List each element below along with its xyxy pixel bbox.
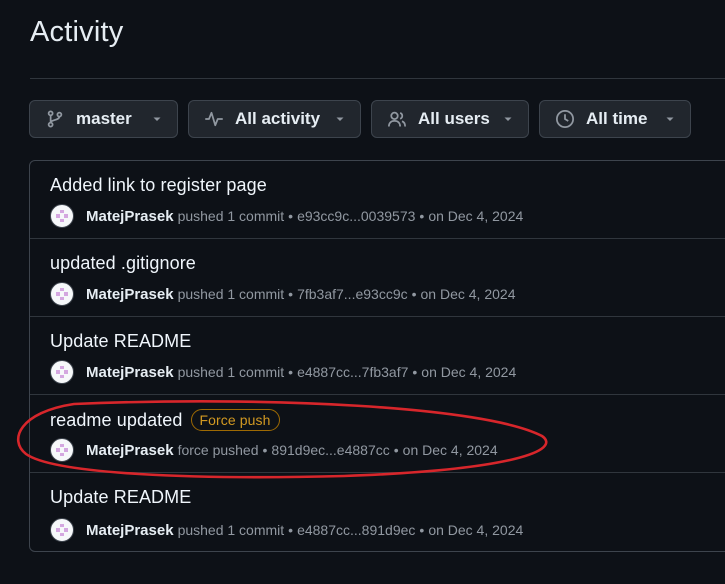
user-link[interactable]: MatejPrasek [86, 442, 174, 459]
activity-filter-label: All activity [235, 109, 321, 128]
chevron-down-icon [664, 113, 676, 125]
avatar[interactable] [50, 360, 74, 384]
avatar[interactable] [50, 438, 74, 462]
activity-filter-button[interactable]: All activity [188, 100, 361, 138]
user-link[interactable]: MatejPrasek [86, 286, 174, 303]
time-filter-button[interactable]: All time [539, 100, 691, 138]
meta-separator: • [288, 286, 294, 302]
activity-date: on Dec 4, 2024 [428, 522, 524, 538]
meta-separator: • [419, 208, 425, 224]
users-filter-button[interactable]: All users [371, 100, 529, 138]
activity-meta: MatejPrasek pushed 1 commit • e4887cc...… [50, 517, 523, 543]
activity-list: Added link to register page MatejPrasek … [29, 160, 725, 552]
activity-title[interactable]: Update README [50, 487, 191, 508]
commit-range-link[interactable]: 7fb3af7...e93cc9c [297, 286, 408, 302]
chevron-down-icon [502, 113, 514, 125]
activity-title[interactable]: readme updated Force push [50, 409, 280, 431]
activity-date: on Dec 4, 2024 [421, 364, 517, 380]
activity-date: on Dec 4, 2024 [420, 286, 516, 302]
chevron-down-icon [151, 113, 163, 125]
user-link[interactable]: MatejPrasek [86, 364, 174, 381]
avatar[interactable] [50, 204, 74, 228]
chevron-down-icon [334, 113, 346, 125]
activity-action: pushed 1 commit [177, 208, 285, 224]
activity-item[interactable]: Update README MatejPrasek pushed 1 commi… [30, 473, 725, 551]
header-divider [30, 78, 725, 79]
user-link[interactable]: MatejPrasek [86, 208, 174, 225]
activity-meta: MatejPrasek pushed 1 commit • e4887cc...… [50, 359, 516, 385]
branch-filter-button[interactable]: master [29, 100, 178, 138]
meta-separator: • [288, 208, 294, 224]
activity-action: pushed 1 commit [177, 286, 285, 302]
page-title: Activity [30, 16, 124, 48]
commit-range-link[interactable]: e93cc9c...0039573 [297, 208, 415, 224]
activity-date: on Dec 4, 2024 [428, 208, 524, 224]
activity-action: pushed 1 commit [177, 522, 285, 538]
clock-icon [554, 108, 576, 130]
branch-icon [44, 108, 66, 130]
time-filter-label: All time [586, 109, 648, 128]
commit-range-link[interactable]: e4887cc...891d9ec [297, 522, 415, 538]
activity-action: force pushed [177, 442, 259, 458]
avatar[interactable] [50, 518, 74, 542]
people-icon [386, 108, 408, 130]
avatar[interactable] [50, 282, 74, 306]
meta-separator: • [288, 522, 294, 538]
meta-separator: • [412, 364, 418, 380]
pulse-icon [203, 108, 225, 130]
user-link[interactable]: MatejPrasek [86, 522, 174, 539]
activity-title[interactable]: Update README [50, 331, 191, 352]
activity-item[interactable]: updated .gitignore MatejPrasek pushed 1 … [30, 239, 725, 317]
activity-meta: MatejPrasek force pushed • 891d9ec...e48… [50, 437, 498, 463]
activity-item[interactable]: Added link to register page MatejPrasek … [30, 161, 725, 239]
activity-item[interactable]: Update README MatejPrasek pushed 1 commi… [30, 317, 725, 395]
activity-action: pushed 1 commit [177, 364, 285, 380]
commit-range-link[interactable]: e4887cc...7fb3af7 [297, 364, 408, 380]
activity-title[interactable]: Added link to register page [50, 175, 267, 196]
activity-meta: MatejPrasek pushed 1 commit • 7fb3af7...… [50, 281, 515, 307]
meta-separator: • [419, 522, 425, 538]
users-filter-label: All users [418, 109, 490, 128]
meta-separator: • [393, 442, 399, 458]
commit-range-link[interactable]: 891d9ec...e4887cc [271, 442, 389, 458]
activity-date: on Dec 4, 2024 [402, 442, 498, 458]
activity-meta: MatejPrasek pushed 1 commit • e93cc9c...… [50, 203, 523, 229]
activity-title[interactable]: updated .gitignore [50, 253, 196, 274]
filter-bar: master All activity All users All time [0, 100, 725, 140]
meta-separator: • [411, 286, 417, 302]
meta-separator: • [262, 442, 268, 458]
meta-separator: • [288, 364, 294, 380]
branch-filter-label: master [76, 109, 132, 128]
activity-item[interactable]: readme updated Force push MatejPrasek for… [30, 395, 725, 473]
force-push-badge: Force push [190, 409, 280, 431]
